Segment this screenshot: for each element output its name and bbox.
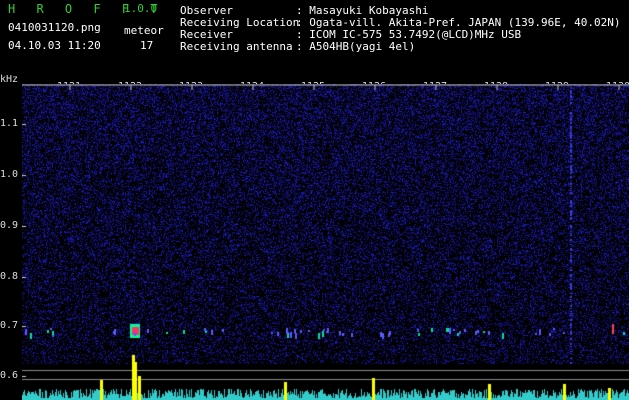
freq-tick: 1.0: [0, 169, 19, 180]
file-name: 0410031120.png: [8, 21, 101, 34]
meteor-count: 17: [140, 39, 154, 52]
antenna-label: Receiving antenna: [180, 40, 293, 53]
freq-tick: 1.1: [0, 118, 19, 129]
header-panel: H R O F F T 1.0.0 0410031120.png meteor …: [0, 0, 629, 75]
antenna-value: : A504HB(yagi 4el): [296, 40, 416, 53]
freq-tick: 0.6: [0, 370, 19, 381]
spectrogram-canvas: [22, 84, 629, 400]
meteor-label: meteor: [124, 24, 164, 37]
freq-tick: 0.8: [0, 271, 19, 282]
freq-tick: 0.9: [0, 220, 19, 231]
unit-label: kHz: [0, 74, 19, 85]
date-time: 04.10.03 11:20: [8, 39, 101, 52]
freq-tick: 0.7: [0, 320, 19, 331]
app-version: 1.0.0: [124, 2, 158, 15]
